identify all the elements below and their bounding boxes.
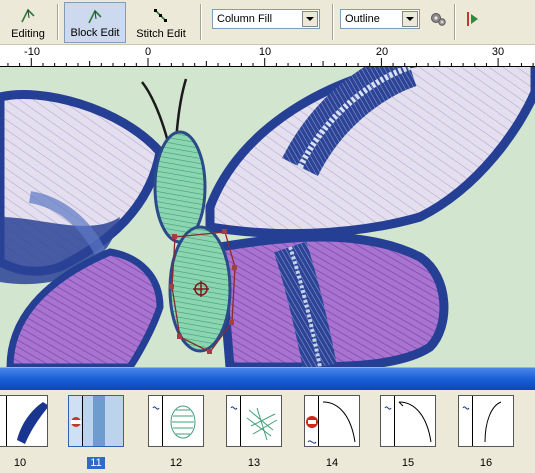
stitch-object-thumbnail[interactable] [304, 395, 360, 447]
block-edit-icon [88, 9, 102, 24]
stitch-object-number: 11 [68, 457, 124, 469]
butterfly-design [0, 67, 535, 367]
outline-type-value: Outline [345, 13, 380, 25]
embroidery-editor-window: Editing Block Edit Stitch Edit Column Fi… [0, 0, 535, 473]
stitch-object-number: 13 [247, 457, 261, 469]
thorax-fill-preview [230, 406, 278, 441]
editing-button[interactable]: Editing [2, 2, 54, 43]
design-canvas[interactable] [0, 67, 535, 367]
editing-icon [21, 8, 35, 23]
ruler-label: -10 [24, 46, 40, 58]
antenna-preview [306, 401, 356, 444]
ruler-label: 30 [491, 46, 505, 58]
antenna-preview [384, 401, 432, 443]
abdomen-fill-preview [152, 405, 196, 439]
toolbar-separator [454, 4, 456, 40]
stitch-object-thumbnail-selected[interactable] [68, 395, 124, 447]
toolbar-separator [200, 4, 202, 40]
stitch-type-select[interactable]: Column Fill [212, 9, 320, 29]
stitch-object-number: 12 [169, 457, 183, 469]
ruler-label: 0 [144, 46, 152, 58]
stitch-edit-icon [154, 9, 167, 22]
toolbar-separator [332, 4, 334, 40]
run-stitch-button[interactable] [462, 9, 482, 29]
stitch-object-number: 10 [13, 457, 27, 469]
fill-preview [71, 396, 123, 446]
horizontal-ruler: -10 0 10 20 30 [0, 45, 535, 67]
chevron-down-icon[interactable] [302, 11, 318, 27]
block-edit-label: Block Edit [70, 27, 120, 39]
stitch-object-list: 10 11 12 13 14 15 16 [0, 390, 535, 473]
column-fill-preview [17, 402, 47, 444]
stitch-object-thumbnail[interactable] [226, 395, 282, 447]
run-stitch-icon [467, 12, 478, 26]
editing-label: Editing [11, 28, 45, 40]
stitch-type-value: Column Fill [217, 13, 273, 25]
stitch-object-thumbnail[interactable] [148, 395, 204, 447]
stitch-object-number: 16 [479, 457, 493, 469]
stitch-edit-button[interactable]: Stitch Edit [132, 2, 190, 43]
ruler-label: 20 [375, 46, 389, 58]
butterfly-thorax [153, 130, 207, 244]
ruler-label: 10 [258, 46, 272, 58]
properties-button[interactable] [428, 9, 448, 29]
stitch-object-thumbnail[interactable] [0, 395, 48, 447]
stitch-object-thumbnail[interactable] [380, 395, 436, 447]
gears-icon [431, 13, 446, 26]
edit-toolbar: Editing Block Edit Stitch Edit Column Fi… [0, 0, 535, 45]
stitch-object-number: 15 [401, 457, 415, 469]
toolbar-separator [57, 4, 59, 40]
outline-type-select[interactable]: Outline [340, 9, 420, 29]
antenna-preview [462, 401, 502, 443]
stitch-object-thumbnail[interactable] [458, 395, 514, 447]
canvas-scrollbar[interactable] [0, 367, 535, 390]
stitch-object-number: 14 [325, 457, 339, 469]
stitch-edit-label: Stitch Edit [136, 28, 186, 40]
chevron-down-icon[interactable] [402, 11, 418, 27]
block-edit-button[interactable]: Block Edit [64, 2, 126, 43]
